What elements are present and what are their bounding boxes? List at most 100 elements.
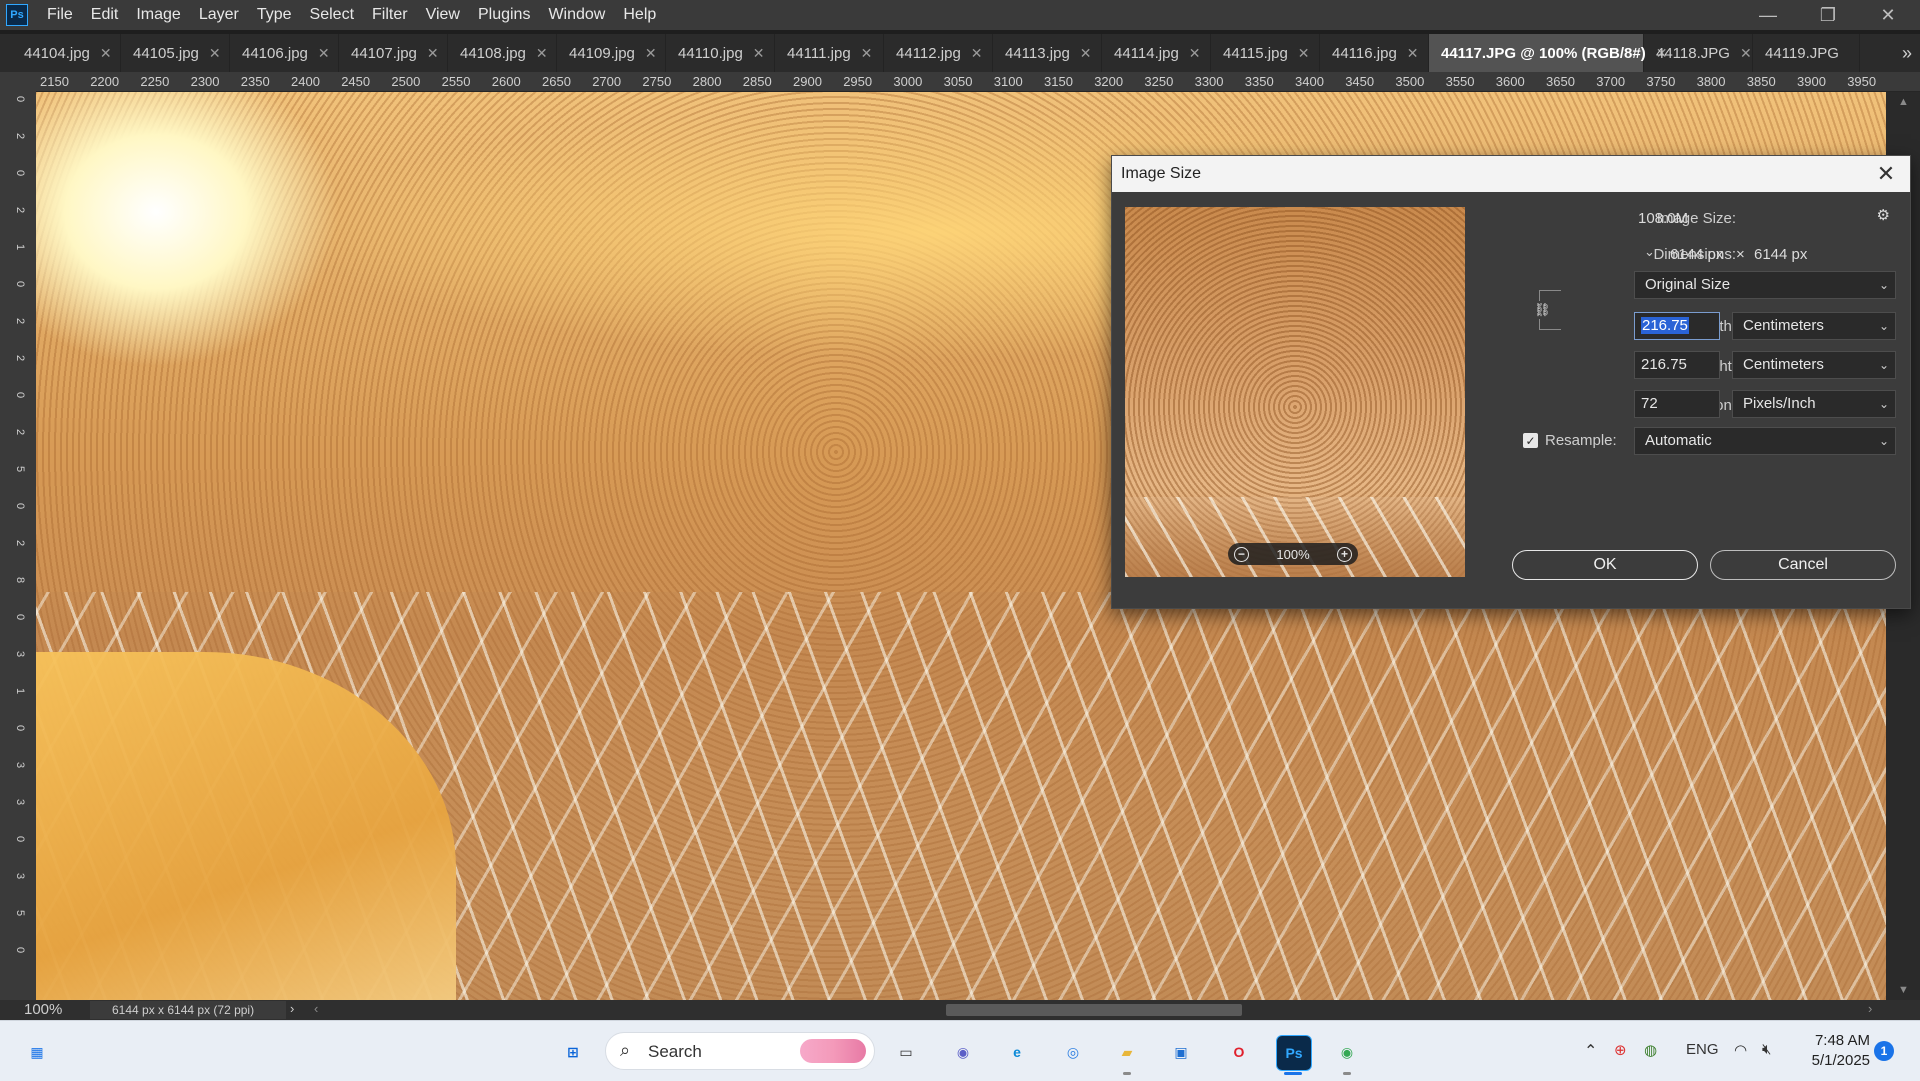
close-window-icon[interactable]: ✕ bbox=[1860, 0, 1916, 30]
taskbar-widgets-icon[interactable]: ▦ bbox=[20, 1035, 54, 1069]
photoshop-logo-icon[interactable]: Ps bbox=[6, 4, 28, 26]
taskbar-search-box[interactable]: ⌕ Search bbox=[605, 1032, 875, 1070]
scroll-down-icon[interactable]: ▼ bbox=[1898, 984, 1909, 996]
taskbar-edge-icon[interactable]: e bbox=[1000, 1035, 1034, 1069]
menu-image[interactable]: Image bbox=[127, 0, 189, 30]
menu-file[interactable]: File bbox=[38, 0, 82, 30]
status-document-info: 6144 px x 6144 px (72 ppi) bbox=[90, 1001, 286, 1019]
scroll-right-icon[interactable]: › bbox=[1868, 1001, 1872, 1016]
menu-edit[interactable]: Edit bbox=[82, 0, 128, 30]
tab-2[interactable]: 44105.jpg ✕ bbox=[121, 34, 230, 72]
scroll-up-icon[interactable]: ▲ bbox=[1898, 96, 1909, 108]
taskbar-clock[interactable]: 7:48 AM 5/1/2025 bbox=[1800, 1031, 1870, 1071]
taskbar-search-label: Search bbox=[648, 1042, 702, 1061]
status-zoom[interactable]: 100% bbox=[24, 1001, 62, 1018]
scroll-left-icon[interactable]: ‹ bbox=[314, 1001, 318, 1016]
tab-12[interactable]: 44115.jpg ✕ bbox=[1211, 34, 1320, 72]
tab-close-icon[interactable]: ✕ bbox=[209, 45, 221, 62]
taskbar-lens-icon[interactable]: ◎ bbox=[1056, 1035, 1090, 1069]
menu-layer[interactable]: Layer bbox=[190, 0, 248, 30]
height-input[interactable]: 216.75 bbox=[1634, 351, 1720, 379]
tab-close-icon[interactable]: ✕ bbox=[427, 45, 439, 62]
tab-close-icon[interactable]: ✕ bbox=[1740, 45, 1752, 62]
minimize-icon[interactable]: — bbox=[1740, 0, 1796, 30]
taskbar-task-view-icon[interactable]: ▭ bbox=[889, 1035, 923, 1069]
link-chain-icon[interactable]: ⛓ bbox=[1534, 301, 1551, 319]
tab-6[interactable]: 44109.jpg ✕ bbox=[557, 34, 666, 72]
taskbar-photoshop-icon[interactable]: Ps bbox=[1276, 1035, 1312, 1071]
tab-close-icon[interactable]: ✕ bbox=[753, 45, 765, 62]
dimensions-chevron-down-icon[interactable]: ⌄ bbox=[1644, 244, 1655, 260]
resample-dropdown[interactable]: Automatic ⌄ bbox=[1634, 427, 1896, 455]
tab-7[interactable]: 44110.jpg ✕ bbox=[666, 34, 775, 72]
tray-vpn-icon[interactable]: ⊕ bbox=[1614, 1041, 1627, 1059]
width-input[interactable]: 216.75 bbox=[1634, 312, 1720, 340]
tab-13[interactable]: 44116.jpg ✕ bbox=[1320, 34, 1429, 72]
tray-globe-icon[interactable]: ◍ bbox=[1644, 1041, 1657, 1059]
tab-close-icon[interactable]: ✕ bbox=[1189, 45, 1201, 62]
taskbar-time: 7:48 AM bbox=[1814, 1032, 1870, 1049]
tab-close-icon[interactable]: ✕ bbox=[318, 45, 330, 62]
tab-10[interactable]: 44113.jpg ✕ bbox=[993, 34, 1102, 72]
menu-help[interactable]: Help bbox=[614, 0, 665, 30]
tab-close-icon[interactable]: ✕ bbox=[861, 45, 873, 62]
tab-close-icon[interactable]: ✕ bbox=[645, 45, 657, 62]
zoom-out-icon[interactable]: − bbox=[1234, 546, 1249, 562]
zoom-in-icon[interactable]: + bbox=[1337, 546, 1352, 562]
menu-type[interactable]: Type bbox=[248, 0, 301, 30]
tab-4[interactable]: 44107.jpg ✕ bbox=[339, 34, 448, 72]
ok-button[interactable]: OK bbox=[1512, 550, 1698, 580]
gear-icon[interactable]: ⚙ bbox=[1877, 206, 1890, 224]
restore-icon[interactable]: ❐ bbox=[1800, 0, 1856, 30]
tab-11[interactable]: 44114.jpg ✕ bbox=[1102, 34, 1211, 72]
tab-5[interactable]: 44108.jpg ✕ bbox=[448, 34, 557, 72]
tab-15[interactable]: 44118.JPG ✕ bbox=[1644, 34, 1753, 72]
dialog-titlebar[interactable]: Image Size bbox=[1112, 156, 1910, 192]
menu-filter[interactable]: Filter bbox=[363, 0, 417, 30]
horizontal-scrollbar-thumb[interactable] bbox=[946, 1004, 1242, 1016]
close-icon[interactable]: ✕ bbox=[1872, 160, 1900, 188]
tab-close-icon[interactable]: ✕ bbox=[1407, 45, 1419, 62]
width-unit-dropdown[interactable]: Centimeters ⌄ bbox=[1732, 312, 1896, 340]
taskbar-teams-icon[interactable]: ◉ bbox=[946, 1035, 980, 1069]
width-unit-value: Centimeters bbox=[1743, 317, 1824, 334]
tab-close-icon[interactable]: ✕ bbox=[100, 45, 112, 62]
menu-plugins[interactable]: Plugins bbox=[469, 0, 539, 30]
tab-close-icon[interactable]: ✕ bbox=[971, 45, 983, 62]
tray-overflow-chevron-up-icon[interactable]: ⌃ bbox=[1584, 1041, 1597, 1061]
cancel-button[interactable]: Cancel bbox=[1710, 550, 1896, 580]
tab-close-icon[interactable]: ✕ bbox=[536, 45, 548, 62]
tab-3[interactable]: 44106.jpg ✕ bbox=[230, 34, 339, 72]
wifi-icon[interactable]: ◠ bbox=[1734, 1041, 1747, 1059]
tab-1[interactable]: 44104.jpg ✕ bbox=[12, 34, 121, 72]
resolution-unit-dropdown[interactable]: Pixels/Inch ⌄ bbox=[1732, 390, 1896, 418]
tabs-overflow-icon[interactable]: » bbox=[1902, 34, 1912, 72]
vertical-ruler[interactable]: 0 2 0 2 1 0 2 2 0 2 5 0 2 8 0 3 1 0 3 3 0 3 5 0 bbox=[0, 92, 36, 1000]
menu-window[interactable]: Window bbox=[539, 0, 614, 30]
status-more-icon[interactable]: › bbox=[290, 1001, 294, 1016]
tab-8[interactable]: 44111.jpg ✕ bbox=[775, 34, 884, 72]
taskbar-store-icon[interactable]: ▣ bbox=[1164, 1035, 1198, 1069]
taskbar-file-explorer-icon[interactable]: ▰ bbox=[1110, 1035, 1144, 1069]
notification-badge[interactable]: 1 bbox=[1874, 1041, 1894, 1061]
tab-9[interactable]: 44112.jpg ✕ bbox=[884, 34, 993, 72]
resolution-input[interactable]: 72 bbox=[1634, 390, 1720, 418]
taskbar-chrome-icon[interactable]: ◉ bbox=[1330, 1035, 1364, 1069]
height-unit-dropdown[interactable]: Centimeters ⌄ bbox=[1732, 351, 1896, 379]
taskbar-start-icon[interactable]: ⊞ bbox=[556, 1035, 590, 1069]
menu-select[interactable]: Select bbox=[301, 0, 363, 30]
chevron-down-icon: ⌄ bbox=[1878, 358, 1889, 372]
menu-view[interactable]: View bbox=[417, 0, 469, 30]
tab-14[interactable]: 44117.JPG @ 100% (RGB/8#) ✕ bbox=[1429, 34, 1667, 72]
tab-close-icon[interactable]: ✕ bbox=[1298, 45, 1310, 62]
tab-16[interactable]: 44119.JPG bbox=[1753, 34, 1860, 72]
ruler-tick-label: 3150 bbox=[1044, 74, 1073, 89]
image-preview[interactable]: − 100% + bbox=[1125, 207, 1465, 577]
tray-language[interactable]: ENG bbox=[1686, 1041, 1719, 1058]
taskbar-opera-icon[interactable]: O bbox=[1222, 1035, 1256, 1069]
resample-checkbox[interactable]: ✓ bbox=[1523, 433, 1538, 448]
horizontal-ruler[interactable]: 2150 2200 2250 2300 2350 2400 2450 2500 2550 2600… bbox=[36, 72, 1920, 92]
fit-to-dropdown[interactable]: Original Size ⌄ bbox=[1634, 271, 1896, 299]
tab-close-icon[interactable]: ✕ bbox=[1080, 45, 1092, 62]
speaker-muted-icon[interactable]: 🔇︎ bbox=[1762, 1041, 1771, 1058]
